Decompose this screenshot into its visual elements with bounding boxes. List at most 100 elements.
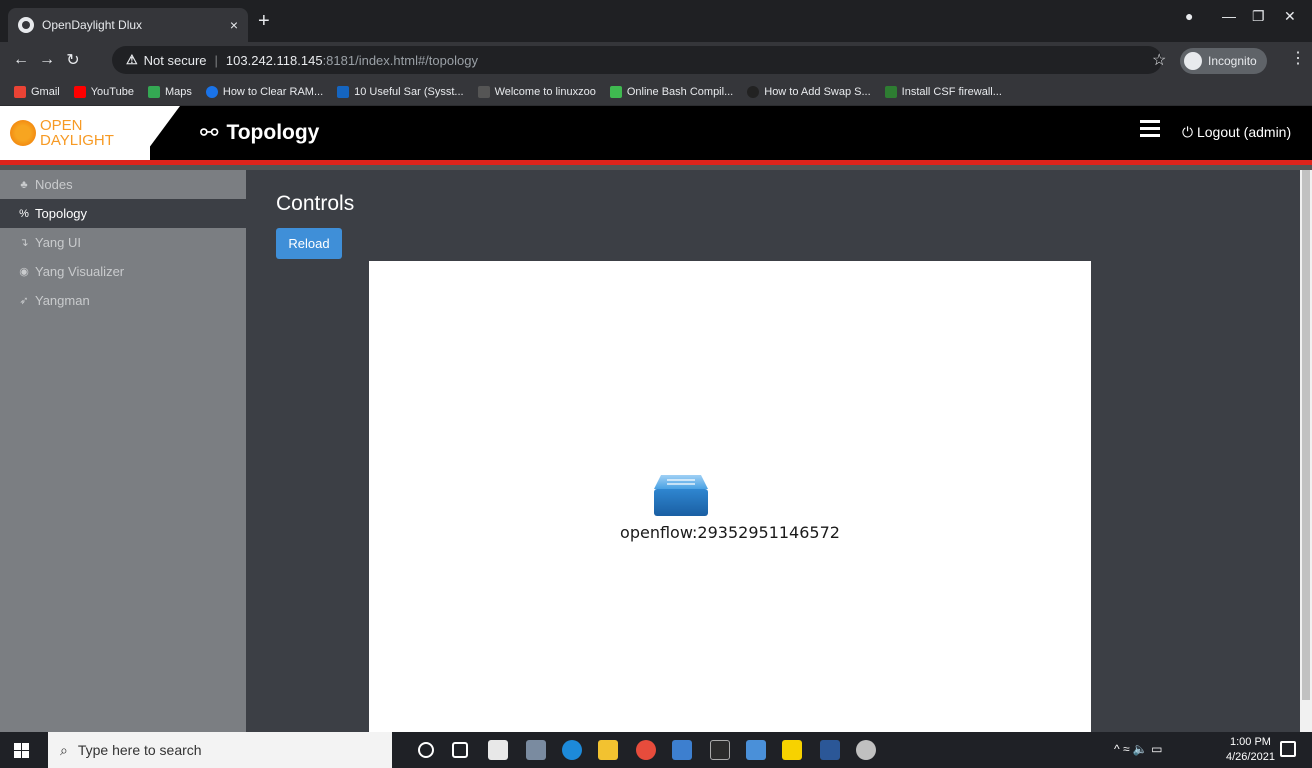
clock-date: 4/26/2021 [1226, 751, 1275, 763]
tab-close-icon[interactable]: × [230, 17, 238, 33]
site-favicon-icon [477, 85, 490, 98]
security-label: Not secure [143, 52, 207, 68]
logo-slant [140, 106, 180, 160]
chrome-icon[interactable] [636, 740, 656, 760]
system-tray-icons[interactable]: ^ ≈ 🔈 ▭ [1114, 742, 1163, 756]
site-favicon-icon [205, 85, 218, 98]
bookmark-clear-ram[interactable]: How to Clear RAM... [205, 85, 323, 98]
warning-icon: ⚠ [126, 52, 138, 67]
sidebar-item-yang-visualizer[interactable]: ◉ Yang Visualizer [0, 257, 246, 286]
word-icon[interactable] [820, 740, 840, 760]
minimize-icon[interactable]: — [1222, 8, 1236, 24]
arrow-down-icon: ↴ [19, 237, 29, 249]
scrollbar-thumb[interactable] [1302, 170, 1310, 700]
youtube-icon [73, 85, 86, 98]
logo-line-2: DAYLIGHT [40, 132, 114, 149]
new-tab-button[interactable]: + [258, 10, 270, 33]
topology-canvas[interactable]: openflow:29352951146572 [369, 261, 1091, 732]
shield-icon [884, 85, 897, 98]
calculator-icon[interactable] [526, 740, 546, 760]
logo-text: OPEN DAYLIGHT [40, 118, 114, 148]
hamburger-menu-icon[interactable] [1140, 120, 1160, 140]
sidebar-item-label: Yang Visualizer [35, 264, 125, 279]
node-label: openflow:29352951146572 [620, 523, 840, 542]
rocket-icon: ➶ [19, 295, 29, 307]
bookmark-bash-compiler[interactable]: Online Bash Compil... [609, 85, 734, 98]
opendaylight-logo-icon [10, 120, 36, 146]
incognito-label: Incognito [1208, 54, 1257, 68]
bookmark-maps[interactable]: Maps [147, 85, 192, 98]
forward-icon[interactable]: → [34, 51, 60, 69]
sidebar-item-label: Yang UI [35, 235, 82, 250]
sidebar-item-topology[interactable]: % Topology [0, 199, 246, 228]
chrome-profile-icon[interactable]: ● [1185, 8, 1193, 24]
logo-area[interactable]: OPEN DAYLIGHT [0, 106, 150, 160]
bookmark-sar[interactable]: 10 Useful Sar (Sysst... [337, 85, 464, 98]
logout-link[interactable]: ⏻ Logout (admin) [1182, 124, 1291, 141]
bookmark-label: YouTube [90, 85, 134, 98]
page-scrollbar[interactable] [1300, 170, 1312, 732]
sidebar-item-label: Yangman [35, 293, 90, 308]
restore-icon[interactable]: ❐ [1252, 8, 1265, 25]
address-bar[interactable]: ⚠ Not secure | 103.242.118.145 :8181/ind… [112, 46, 1162, 74]
topology-icon: ⚯ [200, 120, 219, 145]
sitemap-icon: ♣ [20, 178, 28, 191]
bookmark-label: Install CSF firewall... [901, 85, 1002, 98]
reload-page-icon[interactable]: ↻ [60, 50, 86, 70]
sidebar-item-label: Topology [35, 206, 88, 221]
browser-tab[interactable]: OpenDaylight Dlux × [8, 8, 248, 42]
logout-label: Logout (admin) [1196, 124, 1292, 140]
bookmark-linuxzoo[interactable]: Welcome to linuxzoo [477, 85, 596, 98]
bookmark-youtube[interactable]: YouTube [73, 85, 134, 98]
windows-start-icon[interactable] [14, 743, 29, 758]
bookmark-star-icon[interactable]: ☆ [1152, 50, 1166, 70]
main-content: Controls Reload openflow:29352951146572 [246, 170, 1300, 732]
bookmark-swap[interactable]: How to Add Swap S... [747, 85, 871, 98]
edge-icon[interactable] [562, 740, 582, 760]
reload-button[interactable]: Reload [276, 228, 342, 259]
paint-icon[interactable] [856, 740, 876, 760]
network-icon[interactable] [672, 740, 692, 760]
file-explorer-icon[interactable] [598, 740, 618, 760]
code-icon [609, 85, 622, 98]
switch-node-icon[interactable] [653, 473, 709, 518]
sidebar-item-yangman[interactable]: ➶ Yangman [0, 286, 246, 315]
windows-taskbar: ⌕ Type here to search ^ ≈ 🔈 ▭ 1:00 PM 4/… [0, 732, 1312, 768]
sidebar-item-nodes[interactable]: ♣ Nodes [0, 170, 246, 199]
virtualbox-icon[interactable] [746, 740, 766, 760]
site-favicon-icon [337, 85, 350, 98]
controls-heading: Controls [276, 192, 355, 215]
eye-icon: ◉ [19, 266, 29, 278]
taskbar-search-box[interactable]: ⌕ Type here to search [48, 732, 392, 768]
page-title: ⚯ Topology [200, 120, 319, 146]
close-window-icon[interactable]: ✕ [1284, 8, 1296, 25]
notifications-icon[interactable] [1280, 741, 1296, 757]
browser-menu-icon[interactable]: ⋮ [1290, 48, 1306, 68]
sidebar: ♣ Nodes % Topology ↴ Yang UI ◉ Yang Visu… [0, 170, 246, 732]
back-icon[interactable]: ← [8, 51, 34, 69]
task-view-icon[interactable] [452, 742, 468, 758]
incognito-badge[interactable]: Incognito [1180, 48, 1267, 74]
omnibox-separator: | [214, 52, 218, 68]
header-band [430, 106, 1312, 160]
bookmark-csf[interactable]: Install CSF firewall... [884, 85, 1002, 98]
topology-icon: % [19, 207, 29, 220]
bookmark-label: Online Bash Compil... [626, 85, 734, 98]
clock-time: 1:00 PM [1229, 736, 1271, 748]
sticky-notes-icon[interactable] [782, 740, 802, 760]
bookmark-label: Welcome to linuxzoo [494, 85, 596, 98]
sidebar-item-yang-ui[interactable]: ↴ Yang UI [0, 228, 246, 257]
bookmark-gmail[interactable]: Gmail [14, 85, 60, 98]
bookmark-label: Gmail [31, 85, 60, 98]
app-header: OPEN DAYLIGHT ⚯ Topology ⏻ Logout (admin… [0, 106, 1312, 160]
browser-tab-strip: OpenDaylight Dlux × + ● — ❐ ✕ [0, 0, 1312, 42]
taskbar-clock[interactable]: 1:00 PM 4/26/2021 [1226, 735, 1275, 765]
store-icon[interactable] [488, 740, 508, 760]
logo-line-1: OPEN [40, 117, 83, 134]
cortana-icon[interactable] [418, 742, 434, 758]
sidebar-item-label: Nodes [35, 177, 73, 192]
maps-icon [147, 85, 160, 98]
url-path: :8181/index.html#/topology [322, 52, 478, 68]
terminal-icon[interactable] [710, 740, 730, 760]
incognito-favicon-icon [18, 17, 34, 33]
